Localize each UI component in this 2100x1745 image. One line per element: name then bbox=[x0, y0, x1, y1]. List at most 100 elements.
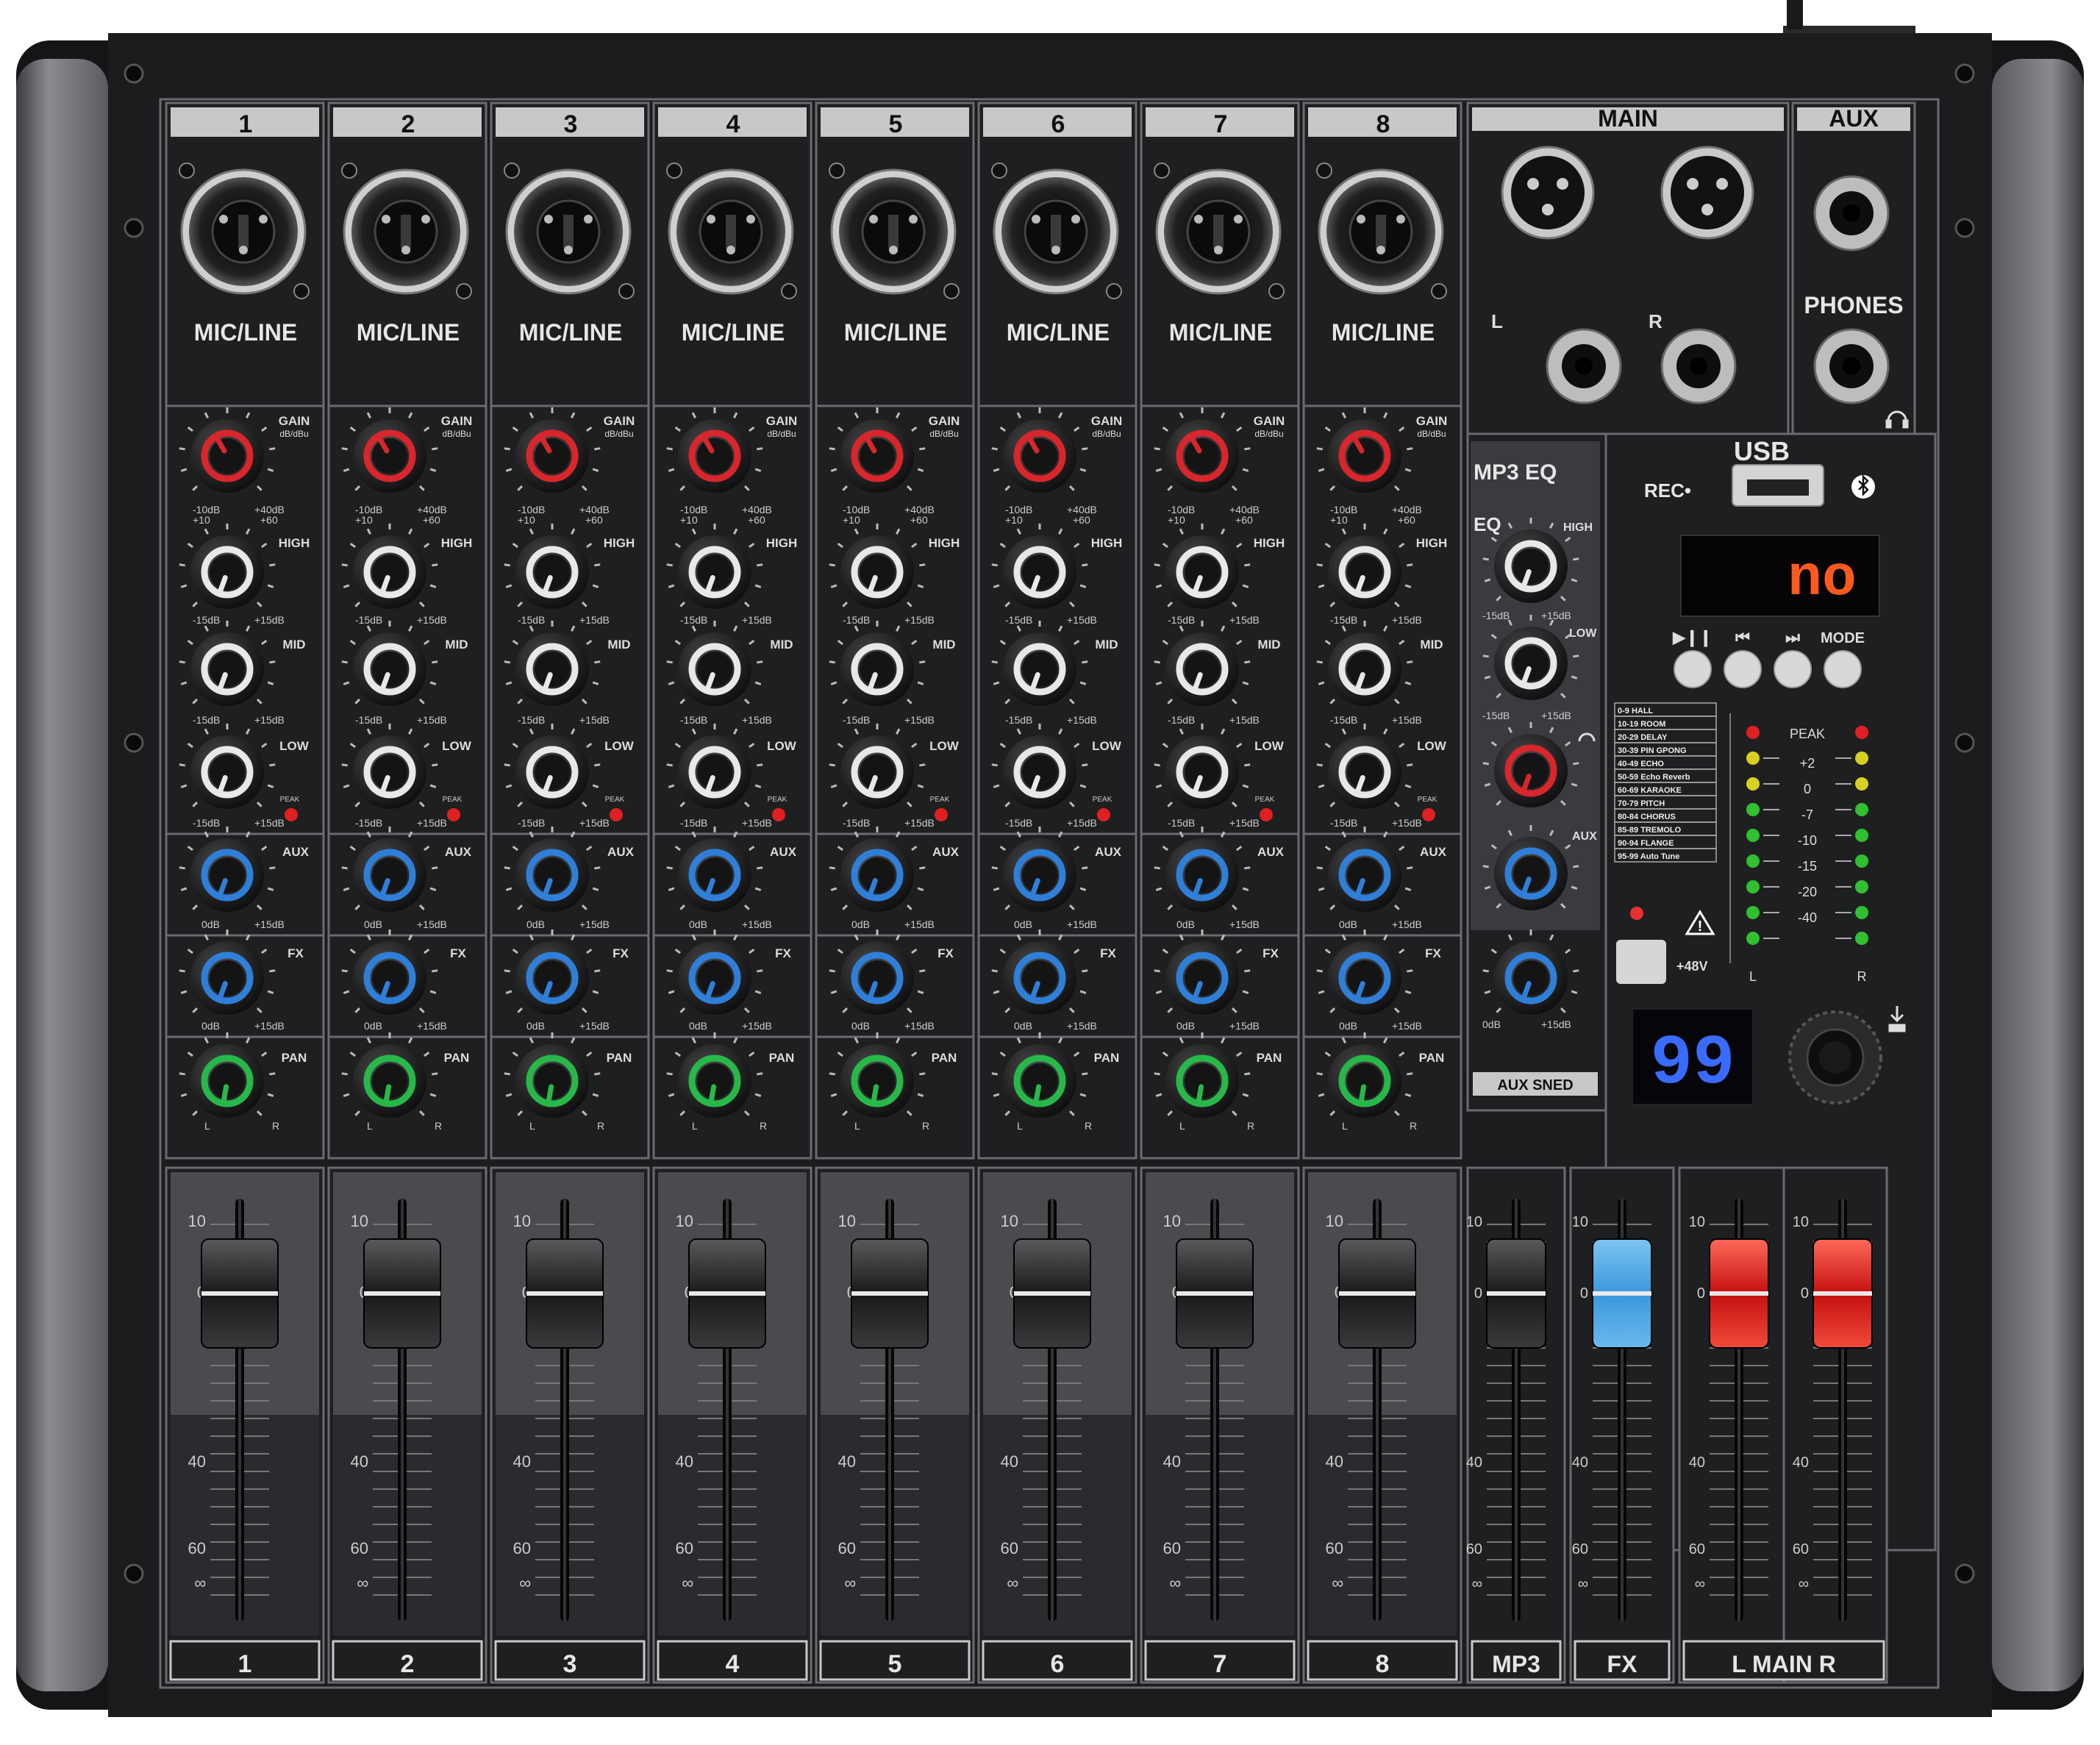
combo-input-jack[interactable] bbox=[505, 168, 632, 295]
fader-7[interactable]: 1004060∞ bbox=[1140, 1166, 1300, 1684]
input-label: MIC/LINE bbox=[1007, 319, 1110, 346]
channel-strip-8: 8MIC/LINEGAINdB/dBu-10dB+10+40dB+60HIGH-… bbox=[1302, 101, 1462, 1160]
fader-1[interactable]: 1004060∞ bbox=[165, 1166, 325, 1684]
meter-led-left bbox=[1746, 829, 1760, 842]
send-max-label: +15dB bbox=[579, 1020, 610, 1032]
fx-label: FX bbox=[612, 946, 629, 960]
main-left-xlr-jack[interactable] bbox=[1501, 146, 1595, 240]
meter-led-left bbox=[1746, 932, 1760, 945]
svg-text:!: ! bbox=[1698, 918, 1703, 935]
pan-right-label: R bbox=[272, 1120, 279, 1132]
send-max-label: +15dB bbox=[417, 918, 447, 930]
main-fader-label: L MAIN R bbox=[1732, 1651, 1836, 1677]
combo-input-jack[interactable] bbox=[180, 168, 307, 295]
fader-2[interactable]: 1004060∞ bbox=[327, 1166, 488, 1684]
aux-label: AUX bbox=[1420, 845, 1447, 859]
pan-label: PAN bbox=[1094, 1051, 1120, 1065]
mp3-send-min: 0dB bbox=[1482, 1018, 1501, 1030]
fader-3[interactable]: 1004060∞ bbox=[490, 1166, 650, 1684]
fader-scale-mark: 40 bbox=[188, 1452, 206, 1471]
pan-label: PAN bbox=[282, 1051, 307, 1065]
fader-label: 8 bbox=[1376, 1650, 1390, 1678]
channel-number: 4 bbox=[726, 110, 740, 138]
play-pause-button[interactable]: ▶❙❙ bbox=[1672, 628, 1713, 688]
effect-item: 10-19 ROOM bbox=[1618, 720, 1665, 729]
fader-6[interactable]: 1004060∞ bbox=[977, 1166, 1138, 1684]
meter-led-left bbox=[1746, 906, 1760, 919]
gain-max2-label: +60 bbox=[748, 514, 765, 526]
peak-label: PEAK bbox=[280, 796, 300, 804]
combo-input-jack[interactable] bbox=[993, 168, 1119, 295]
gain-unit-label: dB/dBu bbox=[442, 429, 471, 439]
channel-number: 2 bbox=[401, 110, 415, 138]
fader-mp3[interactable]: 10 0 40 60 ∞ bbox=[1466, 1166, 1566, 1684]
gain-unit-label: dB/dBu bbox=[1254, 429, 1283, 439]
fx-selector-encoder[interactable] bbox=[1788, 1010, 1882, 1105]
combo-input-jack[interactable] bbox=[1155, 168, 1282, 295]
effect-item: 80-84 CHORUS bbox=[1618, 813, 1676, 821]
high-label: HIGH bbox=[766, 536, 798, 550]
meter-led-left bbox=[1746, 803, 1760, 816]
main-right-xlr-jack[interactable] bbox=[1660, 146, 1754, 240]
fader-scale-mark: 40 bbox=[676, 1452, 693, 1471]
eq-min-label: -15dB bbox=[1005, 817, 1032, 829]
mp3-low-max: +15dB bbox=[1541, 710, 1571, 721]
peak-led bbox=[285, 808, 298, 821]
fader-8[interactable]: 1004060∞ bbox=[1302, 1166, 1462, 1684]
fader-scale-mark: 40 bbox=[1326, 1452, 1343, 1471]
combo-input-jack[interactable] bbox=[830, 168, 957, 295]
fader-r[interactable]: 10 0 40 60 ∞ bbox=[1782, 1166, 1888, 1684]
peak-label: PEAK bbox=[1255, 796, 1275, 804]
fx-display-value: 99 bbox=[1650, 1024, 1735, 1104]
send-max-label: +15dB bbox=[742, 1020, 772, 1032]
eq-min-label: -15dB bbox=[1168, 614, 1195, 626]
combo-input-jack[interactable] bbox=[343, 168, 469, 295]
phones-jack[interactable] bbox=[1813, 328, 1890, 404]
mode-button[interactable]: MODE bbox=[1821, 630, 1865, 688]
mp3-high-min: -15dB bbox=[1482, 610, 1510, 621]
combo-input-jack[interactable] bbox=[668, 168, 794, 295]
main-right-trs-jack[interactable] bbox=[1660, 328, 1737, 404]
gain-label: GAIN bbox=[1254, 414, 1285, 428]
fader-scale-mark: 60 bbox=[1572, 1541, 1588, 1557]
mid-label: MID bbox=[932, 638, 955, 652]
eq-max-label: +15dB bbox=[417, 817, 447, 829]
meter-mark: -40 bbox=[1798, 910, 1817, 925]
mp3-high-max: +15dB bbox=[1541, 610, 1571, 621]
eq-max-label: +15dB bbox=[579, 817, 610, 829]
gain-min2-label: +10 bbox=[1330, 514, 1348, 526]
mid-label: MID bbox=[770, 638, 793, 652]
send-max-label: +15dB bbox=[1067, 1020, 1097, 1032]
main-left-trs-jack[interactable] bbox=[1546, 328, 1622, 404]
gain-max2-label: +60 bbox=[1073, 514, 1090, 526]
combo-input-jack[interactable] bbox=[1318, 168, 1444, 295]
send-min-label: 0dB bbox=[1339, 918, 1357, 930]
mp3-eq-label: EQ bbox=[1474, 513, 1501, 535]
fader-5[interactable]: 1004060∞ bbox=[815, 1166, 975, 1684]
aux-label: AUX bbox=[282, 845, 310, 859]
fx-label: FX bbox=[288, 946, 304, 960]
fader-l[interactable]: 10 0 40 60 ∞ bbox=[1678, 1166, 1785, 1684]
eq-max-label: +15dB bbox=[1067, 817, 1097, 829]
eq-max-label: +15dB bbox=[1392, 614, 1422, 626]
eq-min-label: -15dB bbox=[843, 714, 870, 726]
send-min-label: 0dB bbox=[1176, 1020, 1195, 1032]
fader-scale-mark: 10 bbox=[1326, 1212, 1343, 1230]
fader-4[interactable]: 1004060∞ bbox=[652, 1166, 813, 1684]
meter-led-right bbox=[1855, 777, 1868, 791]
phantom-power-button[interactable] bbox=[1616, 940, 1666, 984]
meter-led-right bbox=[1855, 854, 1868, 868]
fader-scale-mark: 60 bbox=[351, 1539, 368, 1557]
fader-fx[interactable]: 10 0 40 60 ∞ bbox=[1569, 1166, 1675, 1684]
mp3-high-label: HIGH bbox=[1563, 521, 1593, 534]
send-max-label: +15dB bbox=[254, 1020, 285, 1032]
aux-out-jack[interactable] bbox=[1813, 175, 1890, 251]
pan-right-label: R bbox=[760, 1120, 767, 1132]
pan-right-label: R bbox=[435, 1120, 442, 1132]
send-min-label: 0dB bbox=[1339, 1020, 1357, 1032]
mp3-eq-section: MP3 EQ EQ HIGH LOW AUX -15dB +15dB -15dB… bbox=[1466, 432, 1607, 1112]
fader-scale-mark: 40 bbox=[1001, 1452, 1018, 1471]
fader-label: 2 bbox=[401, 1650, 415, 1678]
meter-led-right bbox=[1855, 932, 1868, 945]
gain-max2-label: +60 bbox=[1398, 514, 1415, 526]
